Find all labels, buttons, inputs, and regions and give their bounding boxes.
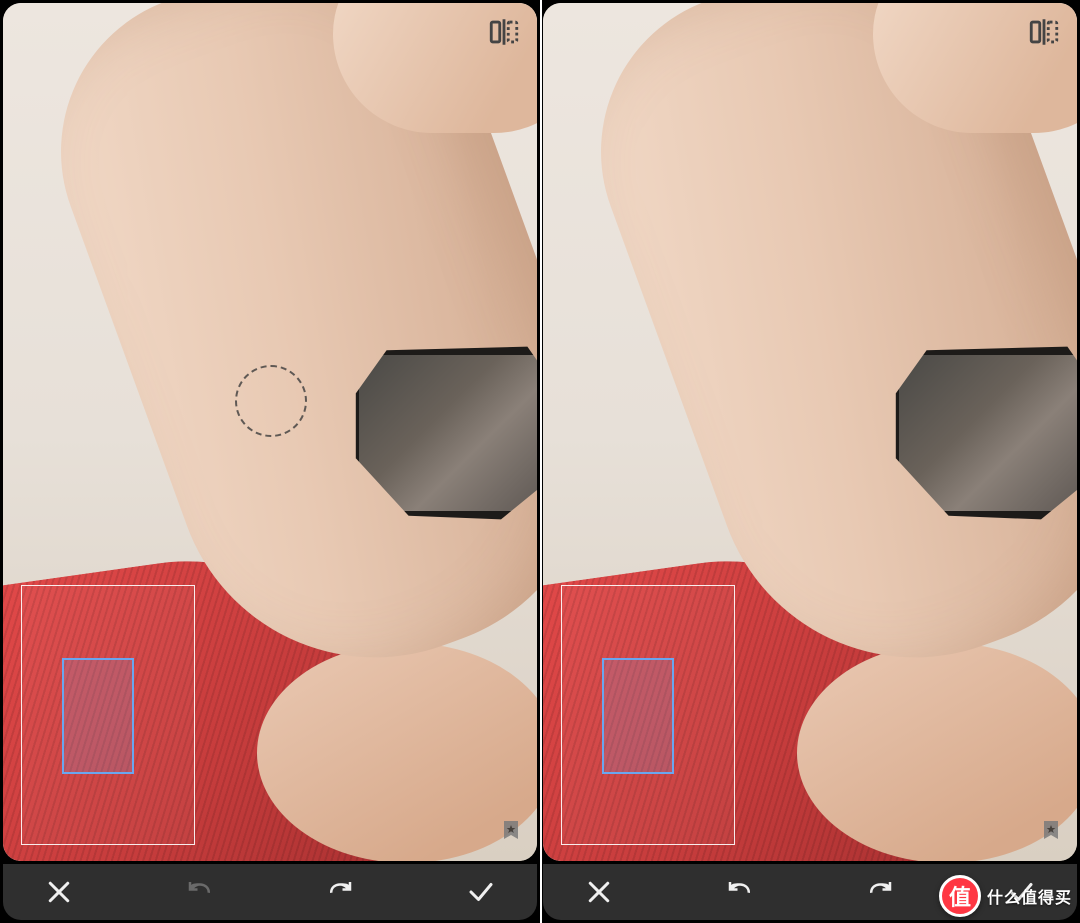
bookmark-star-icon[interactable]: [1039, 818, 1063, 847]
compare-icon[interactable]: [1027, 15, 1061, 54]
undo-button[interactable]: [178, 870, 222, 914]
redo-button[interactable]: [858, 870, 902, 914]
undo-button[interactable]: [718, 870, 762, 914]
navigator-overview[interactable]: [561, 585, 735, 845]
bookmark-star-icon[interactable]: [499, 818, 523, 847]
editor-pane-right: [540, 0, 1080, 923]
navigator-viewport-rect[interactable]: [62, 658, 134, 774]
confirm-button[interactable]: [999, 870, 1043, 914]
redo-button[interactable]: [318, 870, 362, 914]
editor-pane-left: [0, 0, 540, 923]
navigator-viewport-rect[interactable]: [602, 658, 674, 774]
toolbar: [3, 864, 537, 920]
cancel-button[interactable]: [37, 870, 81, 914]
cancel-button[interactable]: [577, 870, 621, 914]
toolbar: [543, 864, 1077, 920]
canvas[interactable]: [3, 3, 537, 861]
canvas[interactable]: [543, 3, 1077, 861]
navigator-overview[interactable]: [21, 585, 195, 845]
pane-divider: [540, 0, 542, 923]
confirm-button[interactable]: [459, 870, 503, 914]
compare-icon[interactable]: [487, 15, 521, 54]
